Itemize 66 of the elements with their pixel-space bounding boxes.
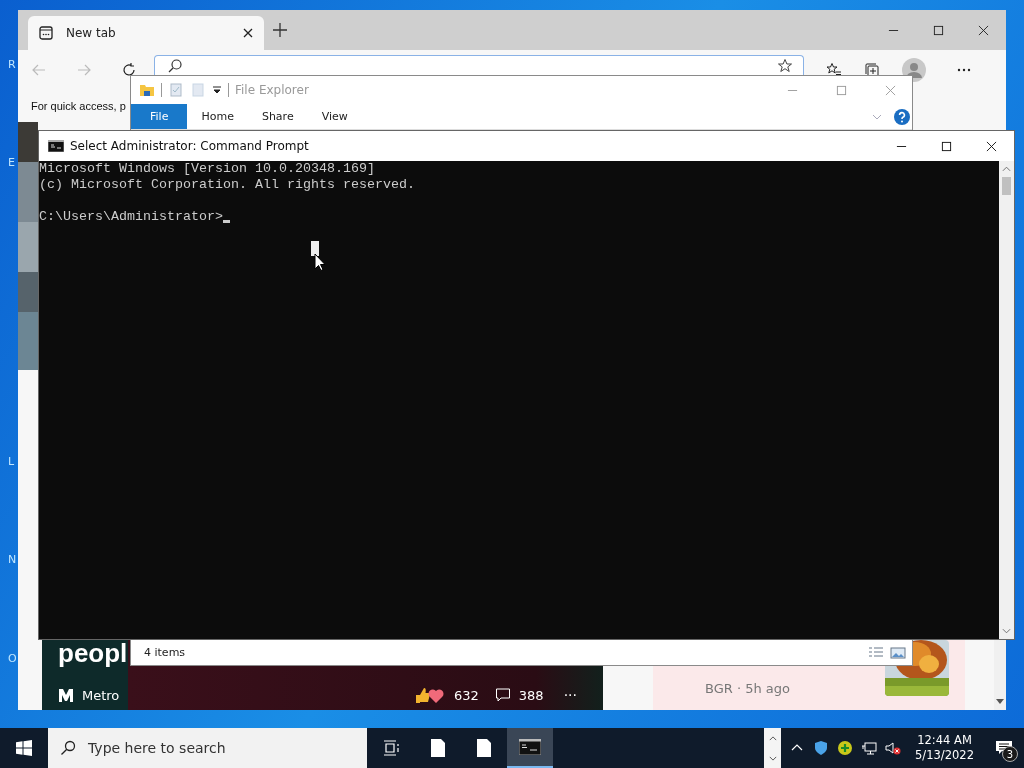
document-icon — [431, 739, 445, 757]
favorites-icon[interactable] — [826, 62, 842, 78]
ribbon-tab[interactable]: Share — [247, 104, 308, 129]
notification-count: 3 — [1002, 746, 1018, 762]
comment-icon[interactable] — [494, 687, 511, 703]
taskbar-app[interactable] — [507, 728, 553, 768]
task-view-icon[interactable] — [383, 740, 401, 756]
scroll-up-icon[interactable] — [768, 735, 777, 741]
news-source: BGR · 5h ago — [705, 681, 791, 696]
search-icon — [167, 57, 183, 74]
desktop-icon-label[interactable]: E — [8, 156, 15, 169]
window-title: File Explorer — [235, 83, 309, 97]
desktop-icon-label[interactable]: L — [8, 455, 15, 468]
console-output-line: (c) Microsoft Corporation. All rights reserved. — [39, 177, 416, 193]
star-icon[interactable] — [777, 57, 793, 74]
clock-time[interactable]: 12:44 AM — [917, 733, 972, 748]
close-icon[interactable] — [978, 24, 989, 36]
ribbon-tab[interactable]: View — [307, 104, 362, 129]
maximize-icon[interactable] — [933, 24, 944, 36]
scroll-down-icon[interactable] — [768, 755, 777, 761]
scrollbar[interactable] — [999, 161, 1014, 639]
scroll-thumb[interactable] — [1002, 177, 1011, 195]
start-icon[interactable] — [16, 740, 32, 756]
plus-circle-icon[interactable] — [837, 740, 854, 756]
console-prompt: C:\Users\Administrator> — [39, 209, 223, 225]
desktop-icon-label[interactable]: N — [8, 553, 17, 566]
news-headline: peopl — [58, 638, 128, 669]
reactions-icon — [414, 686, 446, 704]
page-icon — [38, 25, 54, 41]
console-icon — [48, 140, 64, 152]
browser-tab[interactable]: New tab — [28, 16, 264, 50]
reaction-count: 632 — [454, 687, 479, 703]
comment-count: 388 — [518, 687, 544, 703]
scroll-down-icon[interactable] — [996, 699, 1004, 704]
more-options[interactable]: ··· — [563, 687, 577, 703]
document-icon — [477, 739, 491, 757]
shield-icon[interactable] — [813, 740, 830, 756]
taskbar-scroller[interactable] — [764, 728, 782, 768]
window-title: Select Administrator: Command Prompt — [70, 139, 309, 153]
help-icon[interactable] — [894, 108, 910, 125]
search-icon — [60, 740, 76, 756]
news-source: Metro — [82, 687, 120, 703]
quick-access-text: For quick access, p — [31, 100, 126, 112]
new-tab-icon[interactable] — [272, 22, 288, 38]
desktop-icon-label[interactable]: R — [8, 58, 16, 71]
mouse-pointer-icon — [311, 241, 325, 271]
ribbon-tab[interactable]: File — [131, 104, 188, 129]
clock-date[interactable]: 5/13/2022 — [915, 748, 974, 763]
search-field[interactable]: Type here to search — [48, 728, 367, 768]
status-bar-text: 4 items — [144, 646, 186, 659]
volume-muted-icon[interactable] — [885, 740, 902, 756]
publisher-logo-icon — [58, 687, 74, 703]
ribbon-tab[interactable]: Home — [187, 104, 248, 129]
text-caret-icon — [222, 220, 230, 223]
collections-icon[interactable] — [864, 62, 880, 78]
close-icon[interactable] — [242, 27, 254, 39]
large-icons-view-icon[interactable] — [890, 644, 906, 661]
customize-dropdown-icon[interactable] — [212, 85, 222, 95]
close-icon[interactable] — [986, 140, 997, 152]
network-icon[interactable] — [861, 740, 878, 756]
scrollbar[interactable] — [994, 640, 1006, 710]
console-icon — [519, 739, 541, 755]
console-output-line: Microsoft Windows [Version 10.0.20348.169] — [39, 161, 376, 177]
maximize-icon[interactable] — [941, 140, 952, 152]
folder-icon — [139, 82, 155, 98]
refresh-icon[interactable] — [121, 62, 137, 78]
